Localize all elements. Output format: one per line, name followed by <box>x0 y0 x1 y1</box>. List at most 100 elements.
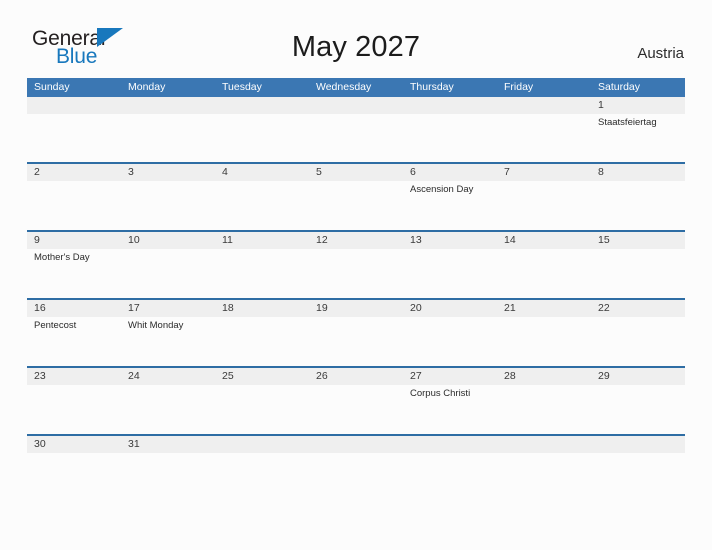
day-number[interactable] <box>497 436 591 453</box>
day-number[interactable]: 7 <box>497 164 591 181</box>
day-number[interactable]: 31 <box>121 436 215 453</box>
day-event <box>309 249 403 298</box>
day-number[interactable]: 15 <box>591 232 685 249</box>
week-event-strip: Pentecost Whit Monday <box>27 317 685 366</box>
day-event: Staatsfeiertag <box>598 117 657 128</box>
weekday-header-thursday: Thursday <box>410 81 454 93</box>
page-title: May 2027 <box>291 31 421 63</box>
day-number[interactable] <box>215 97 309 114</box>
day-event <box>309 385 403 434</box>
day-event <box>497 249 591 298</box>
day-event <box>309 181 403 230</box>
day-number[interactable]: 3 <box>121 164 215 181</box>
day-event <box>215 453 309 477</box>
day-event <box>309 114 403 162</box>
day-number[interactable]: 20 <box>403 300 497 317</box>
day-event <box>591 249 685 298</box>
day-number[interactable]: 29 <box>591 368 685 385</box>
day-number[interactable]: 14 <box>497 232 591 249</box>
day-event <box>121 181 215 230</box>
day-event <box>215 181 309 230</box>
weekday-header-wednesday: Wednesday <box>316 81 372 93</box>
day-event <box>591 453 685 477</box>
day-event <box>215 249 309 298</box>
day-number[interactable]: 18 <box>215 300 309 317</box>
day-event: Ascension Day <box>410 184 474 195</box>
day-number[interactable]: 23 <box>27 368 121 385</box>
day-number[interactable]: 10 <box>121 232 215 249</box>
day-number[interactable]: 30 <box>27 436 121 453</box>
day-number[interactable] <box>121 97 215 114</box>
country-label: Austria <box>637 45 684 62</box>
day-number[interactable]: 17 <box>121 300 215 317</box>
day-event <box>215 317 309 366</box>
day-number[interactable]: 16 <box>27 300 121 317</box>
day-number[interactable]: 21 <box>497 300 591 317</box>
day-event <box>403 114 497 162</box>
day-event <box>591 385 685 434</box>
day-number[interactable] <box>403 436 497 453</box>
week-event-strip <box>27 453 685 477</box>
week-event-strip: Corpus Christi <box>27 385 685 434</box>
day-event <box>121 385 215 434</box>
day-event: Corpus Christi <box>410 388 471 399</box>
week-date-strip: 9 10 11 12 13 14 15 <box>27 232 685 249</box>
day-number[interactable]: 5 <box>309 164 403 181</box>
day-event <box>215 114 309 162</box>
day-number[interactable] <box>403 97 497 114</box>
weekday-header-friday: Friday <box>504 81 534 93</box>
day-number[interactable]: 22 <box>591 300 685 317</box>
day-event <box>403 249 497 298</box>
calendar-week-row: 30 31 <box>27 434 685 477</box>
calendar-grid: Sunday Monday Tuesday Wednesday Thursday… <box>27 78 685 477</box>
weekday-header-row: Sunday Monday Tuesday Wednesday Thursday… <box>27 78 685 97</box>
day-event: Pentecost <box>34 320 77 331</box>
calendar-week-row: 16 17 18 19 20 21 22 Pentecost Whit Mond… <box>27 298 685 366</box>
day-event <box>121 453 215 477</box>
day-event <box>27 181 121 230</box>
week-event-strip: Staatsfeiertag <box>27 114 685 162</box>
day-event <box>121 249 215 298</box>
day-number[interactable]: 11 <box>215 232 309 249</box>
page-header: General Blue May 2027 Austria <box>0 0 712 78</box>
day-number[interactable]: 19 <box>309 300 403 317</box>
day-number[interactable]: 9 <box>27 232 121 249</box>
day-event <box>497 385 591 434</box>
day-number[interactable]: 28 <box>497 368 591 385</box>
day-event: Mother's Day <box>34 252 90 263</box>
day-number[interactable]: 12 <box>309 232 403 249</box>
day-number[interactable] <box>215 436 309 453</box>
calendar-week-row: 1 Staatsfeiertag <box>27 97 685 162</box>
day-number[interactable]: 24 <box>121 368 215 385</box>
day-event <box>27 453 121 477</box>
day-number[interactable]: 25 <box>215 368 309 385</box>
week-date-strip: 2 3 4 5 6 7 8 <box>27 164 685 181</box>
day-number[interactable]: 26 <box>309 368 403 385</box>
weekday-header-sunday: Sunday <box>34 81 70 93</box>
day-event <box>497 114 591 162</box>
day-number[interactable]: 4 <box>215 164 309 181</box>
day-number[interactable] <box>497 97 591 114</box>
day-event <box>591 317 685 366</box>
day-event <box>27 114 121 162</box>
day-event <box>215 385 309 434</box>
week-date-strip: 16 17 18 19 20 21 22 <box>27 300 685 317</box>
day-event <box>121 114 215 162</box>
day-number[interactable] <box>27 97 121 114</box>
day-number[interactable]: 27 <box>403 368 497 385</box>
day-number[interactable]: 2 <box>27 164 121 181</box>
day-event <box>497 181 591 230</box>
day-event: Whit Monday <box>128 320 184 331</box>
calendar-week-row: 23 24 25 26 27 28 29 Corpus Christi <box>27 366 685 434</box>
day-number[interactable]: 1 <box>591 97 685 114</box>
weekday-header-tuesday: Tuesday <box>222 81 262 93</box>
day-number[interactable] <box>309 97 403 114</box>
day-number[interactable]: 6 <box>403 164 497 181</box>
day-number[interactable] <box>309 436 403 453</box>
day-number[interactable]: 13 <box>403 232 497 249</box>
calendar-week-row: 9 10 11 12 13 14 15 Mother's Day <box>27 230 685 298</box>
day-number[interactable] <box>591 436 685 453</box>
day-event <box>309 317 403 366</box>
day-number[interactable]: 8 <box>591 164 685 181</box>
week-date-strip: 30 31 <box>27 436 685 453</box>
